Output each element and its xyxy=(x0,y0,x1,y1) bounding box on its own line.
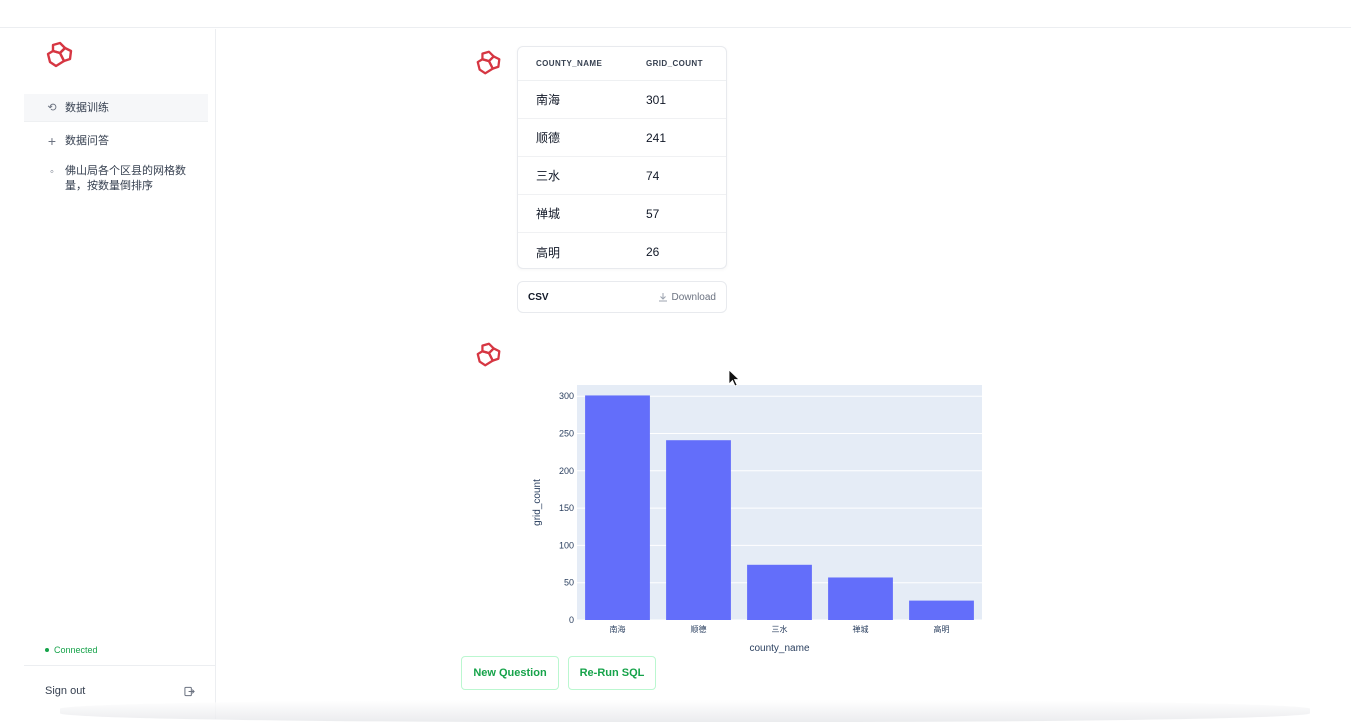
sidebar-item-data-training[interactable]: ⟲ 数据训练 xyxy=(24,94,208,122)
assistant-avatar-icon xyxy=(476,50,501,75)
bar xyxy=(666,440,731,620)
table-row: 禅城 57 xyxy=(518,195,726,233)
y-tick-label: 50 xyxy=(564,578,574,588)
app-logo-icon[interactable] xyxy=(44,39,76,71)
sidebar-item-label: 数据训练 xyxy=(65,102,109,114)
table-row: 南海 301 xyxy=(518,81,726,119)
bottom-shadow xyxy=(60,700,1310,722)
y-tick-label: 0 xyxy=(569,615,574,625)
y-tick-label: 200 xyxy=(559,466,574,476)
result-table: COUNTY_NAME GRID_COUNT 南海 301 顺德 241 三水 … xyxy=(517,46,727,269)
csv-download-bar: CSV Download xyxy=(517,281,727,313)
table-row: 顺德 241 xyxy=(518,119,726,157)
csv-label: CSV xyxy=(528,291,549,303)
bar xyxy=(585,395,650,620)
bar xyxy=(747,564,812,620)
cell-grid-count: 26 xyxy=(646,245,660,259)
sidebar: ⟲ 数据训练 + 数据问答 ◦ 佛山局各个区县的网格数量，按数量倒排序 Conn… xyxy=(24,29,216,719)
x-tick-label: 三水 xyxy=(772,624,788,634)
cell-county-name: 三水 xyxy=(536,169,561,183)
cell-county-name: 南海 xyxy=(536,93,561,107)
download-icon xyxy=(658,293,667,302)
column-header-grid-count[interactable]: GRID_COUNT xyxy=(629,59,726,68)
sign-out-label: Sign out xyxy=(45,685,86,697)
x-tick-label: 高明 xyxy=(934,624,950,634)
new-question-button[interactable]: New Question xyxy=(461,656,559,690)
cell-county-name: 高明 xyxy=(536,245,561,260)
chat-icon: ◦ xyxy=(50,166,54,178)
x-tick-label: 顺德 xyxy=(691,624,707,634)
sidebar-item-data-qa[interactable]: + 数据问答 xyxy=(24,131,208,153)
status-text: Connected xyxy=(54,645,98,655)
table-header: COUNTY_NAME GRID_COUNT xyxy=(518,47,726,81)
y-tick-label: 100 xyxy=(559,540,574,550)
rerun-sql-button[interactable]: Re-Run SQL xyxy=(568,656,656,690)
cell-county-name: 顺德 xyxy=(536,131,561,145)
column-header-county-name[interactable]: COUNTY_NAME xyxy=(518,59,629,68)
cell-grid-count: 57 xyxy=(646,206,660,221)
sidebar-item-question[interactable]: ◦ 佛山局各个区县的网格数量，按数量倒排序 xyxy=(24,164,208,198)
bar xyxy=(909,600,974,620)
bar-chart: 0 50 100 150 200 250 300 南海 顺德 三水 禅城 高明 county_name g… xyxy=(532,385,982,654)
x-axis-label: county_name xyxy=(749,643,809,654)
download-button[interactable]: Download xyxy=(658,292,716,303)
cell-grid-count: 301 xyxy=(646,92,667,107)
history-icon: ⟲ xyxy=(47,102,57,114)
mouse-cursor-icon xyxy=(728,369,740,387)
x-tick-label: 南海 xyxy=(610,624,626,634)
cell-county-name: 禅城 xyxy=(536,207,561,221)
table-row: 三水 74 xyxy=(518,157,726,195)
sign-out-button[interactable]: Sign out xyxy=(45,685,195,697)
table-row: 高明 26 xyxy=(518,233,726,268)
sidebar-divider xyxy=(24,665,216,666)
y-tick-label: 150 xyxy=(559,503,574,513)
plus-icon: + xyxy=(47,133,57,149)
connection-status: Connected xyxy=(45,645,98,655)
sidebar-item-label: 数据问答 xyxy=(65,135,109,147)
x-tick-label: 禅城 xyxy=(853,624,869,634)
top-divider xyxy=(0,27,1351,28)
assistant-avatar-icon xyxy=(476,342,501,367)
status-dot-icon xyxy=(45,648,49,652)
y-tick-label: 300 xyxy=(559,391,574,401)
cell-grid-count: 74 xyxy=(646,168,660,183)
logout-icon xyxy=(184,686,195,696)
y-tick-label: 250 xyxy=(559,428,574,438)
sidebar-item-label: 佛山局各个区县的网格数量，按数量倒排序 xyxy=(65,165,186,192)
cell-grid-count: 241 xyxy=(646,130,667,145)
y-axis-label: grid_count xyxy=(532,479,543,526)
bar xyxy=(828,577,893,620)
download-label: Download xyxy=(671,291,716,303)
